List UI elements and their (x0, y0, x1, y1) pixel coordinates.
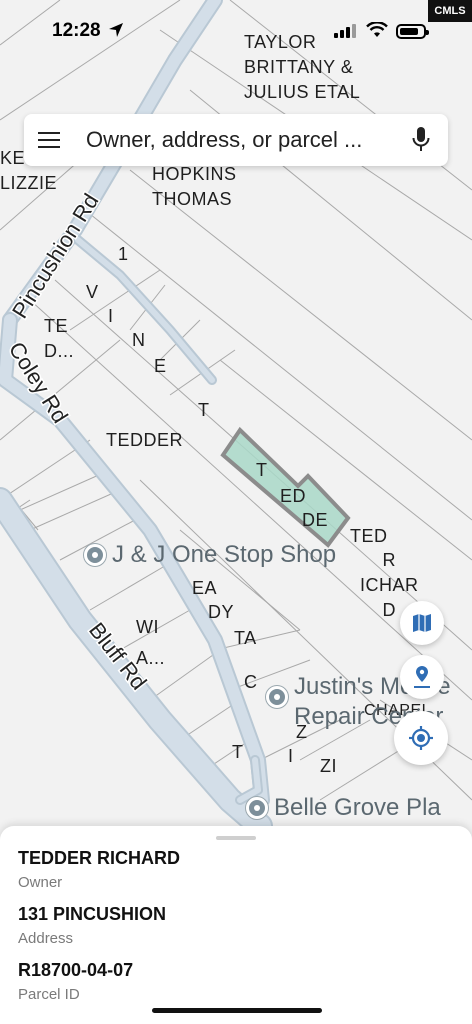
search-bar[interactable] (24, 114, 448, 166)
parcel-letter: V (86, 282, 99, 302)
parcel-id-value: R18700-04-07 (18, 960, 134, 980)
poi-name: J & J One Stop Shop (112, 541, 337, 568)
owner-label: TE D... (44, 316, 75, 361)
owner-label: TEDDER (106, 430, 184, 450)
parcel-letter: T (232, 742, 244, 762)
selected-parcel-letter: T (256, 460, 268, 480)
poi-pin-icon (84, 544, 106, 566)
battery-icon (396, 24, 429, 39)
owner-value: TEDDER RICHARD (18, 848, 180, 868)
my-location-button[interactable] (394, 711, 448, 765)
owner-label: TED (350, 526, 388, 546)
parcel-id-label: Parcel ID (18, 986, 80, 1003)
nearby-button[interactable] (400, 655, 444, 699)
address-label: Address (18, 930, 74, 947)
owner-label: WI A... (136, 617, 166, 668)
parcel-letter: TA (234, 628, 257, 648)
poi-belle-grove[interactable]: Belle Grove Pla (246, 794, 441, 822)
location-arrow-icon (109, 23, 123, 37)
location-pin-icon (414, 666, 430, 688)
parcel-letter: I (108, 306, 114, 326)
owner-label: Owner (18, 874, 63, 891)
map-layers-button[interactable] (400, 601, 444, 645)
selected-parcel-letter: ED (280, 486, 307, 506)
microphone-icon[interactable] (412, 127, 430, 153)
owner-label: HOPKINS THOMAS (152, 164, 237, 209)
home-indicator[interactable] (152, 1008, 322, 1013)
parcel-letter: 1 (118, 244, 129, 264)
poi-jj-one-stop-shop[interactable]: J & J One Stop Shop (84, 541, 336, 569)
hamburger-menu-icon[interactable] (38, 132, 60, 148)
poi-pin-icon (246, 797, 268, 819)
parcel-letter: I (288, 746, 294, 766)
status-time: 12:28 (52, 20, 101, 41)
selected-parcel-letter: DE (302, 510, 329, 530)
poi-name: Belle Grove Pla (274, 794, 441, 821)
poi-pin-icon (266, 686, 288, 708)
signal-icon (334, 24, 356, 38)
parcel-details-sheet[interactable]: TEDDER RICHARD Owner 131 PINCUSHION Addr… (0, 826, 472, 1024)
parcel-letter: DY (208, 602, 235, 622)
parcel-letter: C (244, 672, 258, 692)
search-input[interactable] (86, 127, 402, 153)
parcel-letter: T (198, 400, 210, 420)
address-value: 131 PINCUSHION (18, 904, 167, 924)
parcel-letter: ZI (320, 756, 337, 776)
parcel-letter: E (154, 356, 167, 376)
map-icon (413, 614, 431, 632)
parcel-letter: N (132, 330, 146, 350)
sheet-grab-handle[interactable] (216, 836, 256, 840)
wifi-icon (366, 22, 388, 37)
parcel-letter: EA (192, 578, 218, 598)
crosshair-icon (409, 726, 433, 750)
status-bar: 12:28 (0, 0, 472, 60)
watermark-logo: CMLS (428, 0, 472, 22)
